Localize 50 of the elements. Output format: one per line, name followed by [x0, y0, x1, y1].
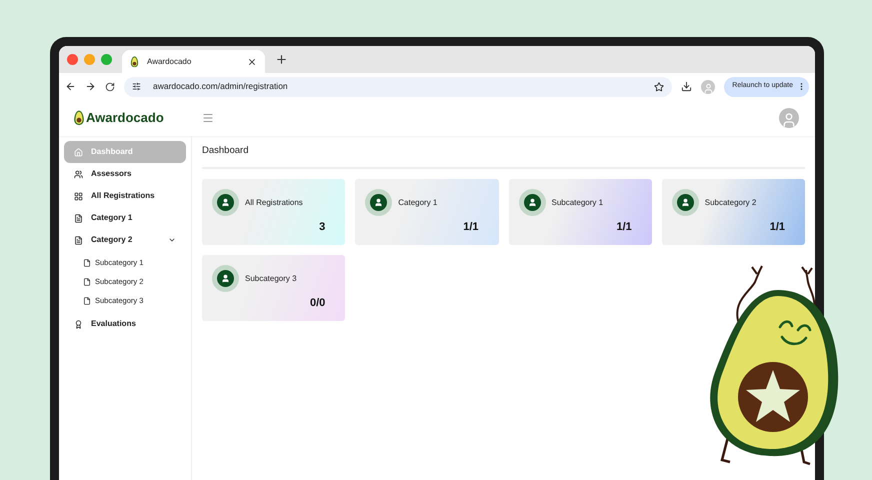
sidebar-item[interactable]: Assessors — [64, 163, 186, 185]
card-label: All Registrations — [245, 196, 303, 209]
sidebar-item[interactable]: Category 1 — [64, 207, 186, 229]
award-icon — [74, 320, 83, 328]
download-icon[interactable] — [681, 81, 692, 92]
card-value: 0/0 — [310, 296, 326, 311]
card-label: Subcategory 3 — [245, 272, 297, 285]
home-icon — [74, 148, 83, 156]
forward-icon[interactable] — [85, 81, 96, 92]
document-icon — [74, 236, 83, 244]
browser-tab[interactable]: Awardocado — [122, 50, 265, 73]
menu-icon[interactable] — [202, 112, 214, 124]
sidebar-item[interactable]: Category 2 — [64, 229, 186, 251]
document-icon — [83, 278, 91, 286]
close-tab-icon[interactable] — [247, 56, 257, 66]
document-icon — [74, 214, 83, 222]
stat-card[interactable]: All Registrations 3 — [202, 179, 346, 246]
address-bar[interactable]: awardocado.com/admin/registration — [124, 76, 672, 96]
stat-card[interactable]: Subcategory 1 1/1 — [508, 179, 652, 246]
site-settings-icon[interactable] — [132, 82, 141, 91]
user-icon — [212, 265, 239, 292]
user-icon — [212, 189, 239, 216]
stat-card[interactable]: Category 1 1/1 — [355, 179, 498, 246]
card-value: 1/1 — [616, 220, 632, 235]
close-window-icon[interactable] — [67, 54, 78, 65]
card-label: Subcategory 1 — [552, 196, 604, 209]
reload-icon[interactable] — [105, 82, 115, 92]
document-icon — [83, 259, 91, 267]
back-icon[interactable] — [65, 81, 76, 92]
users-icon — [74, 170, 83, 178]
card-label: Category 1 — [398, 196, 438, 209]
user-icon — [365, 189, 392, 216]
new-tab-icon[interactable] — [275, 53, 288, 66]
user-icon — [518, 189, 546, 216]
user-icon — [672, 189, 699, 216]
sidebar-item[interactable]: All Registrations — [64, 185, 186, 207]
avocado-logo-icon — [130, 56, 139, 68]
stat-card[interactable]: Subcategory 2 1/1 — [662, 179, 805, 246]
stat-card[interactable]: Subcategory 3 0/0 — [202, 255, 346, 322]
card-label: Subcategory 2 — [704, 196, 756, 209]
bookmark-star-icon[interactable] — [654, 82, 664, 92]
card-value: 1/1 — [770, 220, 785, 235]
app-logo-text: Awardocado — [86, 109, 164, 128]
page-title: Dashboard — [202, 144, 805, 170]
card-value: 1/1 — [463, 220, 478, 235]
document-icon — [83, 297, 91, 305]
grid-icon — [74, 192, 83, 200]
avocado-logo-icon — [73, 110, 85, 126]
sidebar-item[interactable]: Evaluations — [64, 313, 186, 335]
card-value: 3 — [319, 220, 326, 235]
